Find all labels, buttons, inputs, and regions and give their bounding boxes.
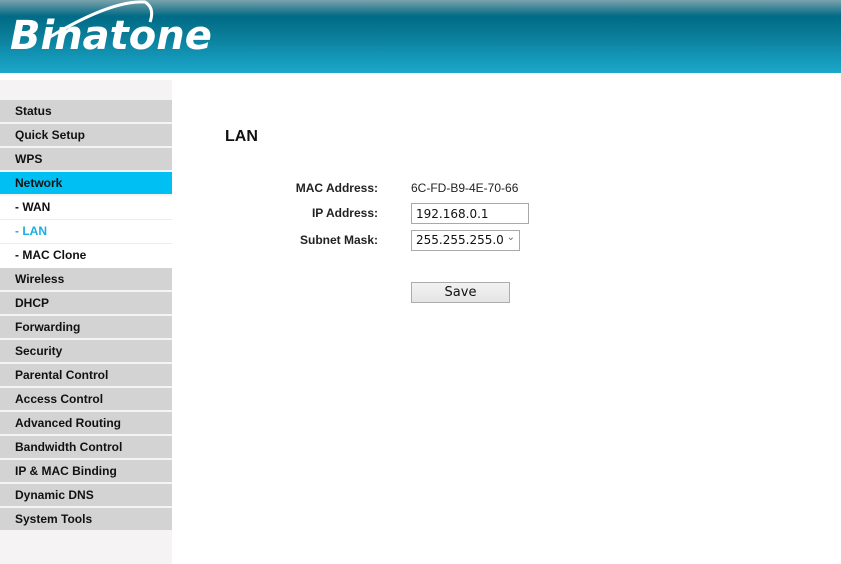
chevron-down-icon: ⌄	[506, 232, 515, 243]
mac-address-row: MAC Address: 6C-FD-B9-4E-70-66	[172, 178, 841, 200]
ip-address-input[interactable]	[411, 203, 529, 224]
subnet-mask-value: 255.255.255.0	[416, 233, 504, 247]
subnet-mask-label: Subnet Mask:	[299, 233, 378, 247]
header-banner: Binatone	[0, 0, 841, 73]
main-content: LAN MAC Address: 6C-FD-B9-4E-70-66 IP Ad…	[172, 80, 841, 564]
sidebar-item-advanced-routing[interactable]: Advanced Routing	[0, 412, 172, 434]
page-title: LAN	[225, 128, 258, 145]
ip-address-row: IP Address:	[172, 203, 841, 225]
sidebar-item-status[interactable]: Status	[0, 100, 172, 122]
sidebar: Status Quick Setup WPS Network - WAN - L…	[0, 80, 172, 564]
sidebar-subitem-mac-clone[interactable]: - MAC Clone	[0, 244, 172, 268]
sidebar-item-parental-control[interactable]: Parental Control	[0, 364, 172, 386]
brand-logo: Binatone	[10, 13, 212, 59]
ip-address-label: IP Address:	[311, 206, 378, 220]
sidebar-item-ip-mac-binding[interactable]: IP & MAC Binding	[0, 460, 172, 482]
sidebar-item-wireless[interactable]: Wireless	[0, 268, 172, 290]
mac-address-label: MAC Address:	[295, 181, 378, 195]
sidebar-item-dhcp[interactable]: DHCP	[0, 292, 172, 314]
sidebar-item-bandwidth-control[interactable]: Bandwidth Control	[0, 436, 172, 458]
subnet-mask-select[interactable]: 255.255.255.0 ⌄	[411, 230, 520, 251]
sidebar-item-forwarding[interactable]: Forwarding	[0, 316, 172, 338]
sidebar-item-quick-setup[interactable]: Quick Setup	[0, 124, 172, 146]
sidebar-subitem-lan[interactable]: - LAN	[0, 220, 172, 244]
save-button[interactable]: Save	[411, 282, 510, 303]
sidebar-subitem-wan[interactable]: - WAN	[0, 196, 172, 220]
sidebar-item-system-tools[interactable]: System Tools	[0, 508, 172, 530]
sidebar-item-network[interactable]: Network	[0, 172, 172, 194]
sidebar-item-wps[interactable]: WPS	[0, 148, 172, 170]
subnet-mask-row: Subnet Mask: 255.255.255.0 ⌄	[172, 230, 841, 252]
sidebar-item-dynamic-dns[interactable]: Dynamic DNS	[0, 484, 172, 506]
sidebar-menu: Status Quick Setup WPS Network - WAN - L…	[0, 100, 172, 532]
sidebar-item-security[interactable]: Security	[0, 340, 172, 362]
mac-address-value: 6C-FD-B9-4E-70-66	[411, 181, 519, 195]
sidebar-item-access-control[interactable]: Access Control	[0, 388, 172, 410]
